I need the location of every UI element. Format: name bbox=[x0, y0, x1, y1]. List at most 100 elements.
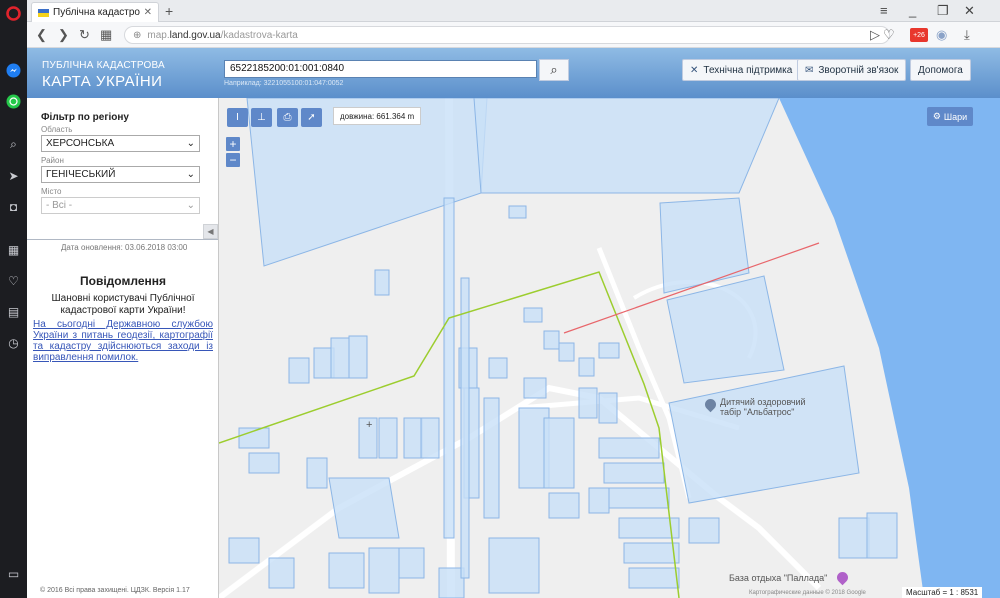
map-view[interactable]: + I ⊥ ⎙ ➚ довжина: 661.364 m + − ⚙ Шари Д… bbox=[219, 98, 1000, 598]
sidebar-toggle-icon[interactable]: ▭ bbox=[5, 565, 22, 582]
notice-text: Шановні користувачі Публічної кадастрово… bbox=[51, 293, 195, 316]
rayon-select[interactable]: ГЕНІЧЕСЬКИЙ ⌄ bbox=[41, 166, 200, 183]
scale-readout: Масштаб = 1 : 8531 bbox=[902, 587, 983, 598]
zoom-in-button[interactable]: + bbox=[226, 137, 240, 151]
print-tool[interactable]: ⎙ bbox=[277, 108, 298, 127]
help-button[interactable]: Допомога bbox=[910, 59, 971, 81]
parcel bbox=[488, 357, 508, 379]
history-icon[interactable]: ◷ bbox=[5, 334, 22, 351]
oblast-select[interactable]: ХЕРСОНСЬКА ⌄ bbox=[41, 135, 200, 152]
maximize-icon[interactable]: ❐ bbox=[937, 3, 949, 19]
tab-bar: Публічна кадастрова кар ✕ + ≡ _ ❐ ✕ bbox=[27, 0, 1000, 22]
parcel bbox=[543, 417, 575, 489]
chevron-down-icon: ⌄ bbox=[186, 138, 195, 149]
mail-icon: ✉ bbox=[805, 64, 814, 76]
ruler-icon: I bbox=[236, 112, 239, 123]
city-value: - Всі - bbox=[46, 200, 73, 211]
parcel bbox=[348, 335, 368, 379]
layers-button[interactable]: ⚙ Шари bbox=[927, 107, 973, 126]
opera-sidebar: ⌕ ➤ ◘ ▦ ♡ ▤ ◷ ▭ bbox=[0, 0, 27, 598]
download-icon[interactable]: ⤓ bbox=[964, 27, 970, 43]
poi-albatros[interactable]: Дитячий оздоровчий табір "Альбатрос" bbox=[720, 397, 806, 417]
logo-small-text: ПУБЛІЧНА КАДАСТРОВА bbox=[42, 60, 165, 71]
parcel bbox=[306, 457, 328, 489]
parcel bbox=[628, 567, 680, 589]
collapse-panel-button[interactable]: ◀ bbox=[203, 224, 218, 239]
close-window-icon[interactable]: ✕ bbox=[964, 3, 975, 19]
bookmark-heart-icon[interactable]: ♡ bbox=[883, 27, 895, 43]
forward-icon[interactable]: ❯ bbox=[58, 27, 69, 43]
help-label: Допомога bbox=[918, 64, 963, 76]
area-icon: ⊥ bbox=[257, 112, 266, 123]
camera-icon[interactable]: ◘ bbox=[5, 198, 22, 215]
parcel bbox=[488, 537, 540, 594]
feedback-button[interactable]: ✉ Зворотній зв'язок bbox=[797, 59, 907, 81]
poi-pallada[interactable]: База отдыха "Паллада" bbox=[729, 573, 827, 583]
parcel bbox=[460, 277, 470, 579]
city-select[interactable]: - Всі - ⌄ bbox=[41, 197, 200, 214]
parcel bbox=[420, 417, 440, 459]
map-canvas[interactable]: + bbox=[219, 98, 1000, 598]
minimize-icon[interactable]: _ bbox=[909, 3, 916, 18]
measure-length-tool[interactable]: I bbox=[227, 108, 248, 127]
parcel bbox=[328, 477, 400, 539]
support-button[interactable]: ✕ Технічна підтримка bbox=[682, 59, 801, 81]
copyright: © 2016 Всі права захищені. ЦДЗК. Версія … bbox=[40, 587, 190, 594]
filter-title: Фільтр по регіону bbox=[41, 112, 129, 123]
account-icon[interactable]: ◉ bbox=[936, 27, 947, 43]
opera-logo-icon[interactable] bbox=[5, 5, 22, 22]
poi-albatros-line2: табір "Альбатрос" bbox=[720, 407, 795, 417]
grid-icon[interactable]: ▦ bbox=[100, 27, 112, 43]
tab-menu-icon[interactable]: ≡ bbox=[880, 3, 888, 18]
parcel bbox=[578, 387, 598, 419]
logo-title[interactable]: КАРТА УКРАЇНИ bbox=[42, 73, 162, 90]
chevron-down-icon: ⌄ bbox=[186, 169, 195, 180]
news-icon[interactable]: ▤ bbox=[5, 303, 22, 320]
parcel bbox=[523, 307, 543, 323]
messenger-icon[interactable] bbox=[5, 62, 22, 79]
parcel bbox=[268, 557, 295, 589]
poi-albatros-line1: Дитячий оздоровчий bbox=[720, 397, 806, 407]
parcel bbox=[288, 357, 310, 384]
extension-badge[interactable]: +26 bbox=[910, 28, 928, 42]
map-attribution: Картографические данные © 2018 Google bbox=[749, 590, 866, 596]
parcel bbox=[588, 487, 610, 514]
notice-title: Повідомлення bbox=[80, 274, 166, 288]
back-icon[interactable]: ❮ bbox=[36, 27, 47, 43]
notice-link[interactable]: На сьогодні Державною службою України з … bbox=[33, 319, 213, 363]
site-header: ПУБЛІЧНА КАДАСТРОВА КАРТА УКРАЇНИ 652218… bbox=[27, 48, 1000, 98]
search-icon[interactable]: ⌕ bbox=[5, 136, 22, 153]
parcel bbox=[438, 567, 465, 598]
whatsapp-icon[interactable] bbox=[5, 93, 22, 110]
url-field[interactable]: ⊕ map. land.gov.ua/kadastrova-karta bbox=[124, 26, 890, 44]
chevron-left-icon: ◀ bbox=[207, 227, 214, 236]
cadastral-search-input[interactable]: 6522185200:01:001:0840 bbox=[224, 60, 537, 78]
search-button[interactable]: ⌕ bbox=[539, 59, 569, 81]
measure-area-tool[interactable]: ⊥ bbox=[251, 108, 272, 127]
layers-label: Шари bbox=[943, 111, 968, 122]
pointer-icon: ➚ bbox=[307, 112, 316, 123]
tab-close-icon[interactable]: ✕ bbox=[144, 7, 152, 18]
parcel bbox=[523, 377, 547, 399]
oblast-value: ХЕРСОНСЬКА bbox=[46, 138, 115, 149]
send-icon[interactable]: ➤ bbox=[5, 167, 22, 184]
ukraine-flag-icon bbox=[38, 8, 49, 17]
browser-tab[interactable]: Публічна кадастрова кар ✕ bbox=[31, 2, 159, 22]
vpn-icon[interactable]: ▷ bbox=[870, 27, 880, 43]
parcel bbox=[483, 397, 500, 519]
print-icon: ⎙ bbox=[283, 112, 292, 123]
left-panel: Фільтр по регіону Область ХЕРСОНСЬКА ⌄ Ра… bbox=[27, 98, 219, 598]
parcel bbox=[378, 417, 398, 459]
rayon-label: Район bbox=[41, 156, 64, 165]
info-tool[interactable]: ➚ bbox=[301, 108, 322, 127]
new-tab-button[interactable]: + bbox=[165, 3, 173, 19]
zoom-out-button[interactable]: − bbox=[226, 153, 240, 167]
speed-dial-icon[interactable]: ▦ bbox=[5, 241, 22, 258]
parcel bbox=[578, 357, 595, 377]
magnifier-icon: ⌕ bbox=[550, 62, 558, 77]
support-label: Технічна підтримка bbox=[703, 64, 793, 76]
reload-icon[interactable]: ↻ bbox=[79, 27, 90, 43]
search-example: Наприклад: 3221055100:01:047:0052 bbox=[224, 80, 344, 87]
parcel bbox=[403, 417, 423, 459]
heart-icon[interactable]: ♡ bbox=[5, 272, 22, 289]
